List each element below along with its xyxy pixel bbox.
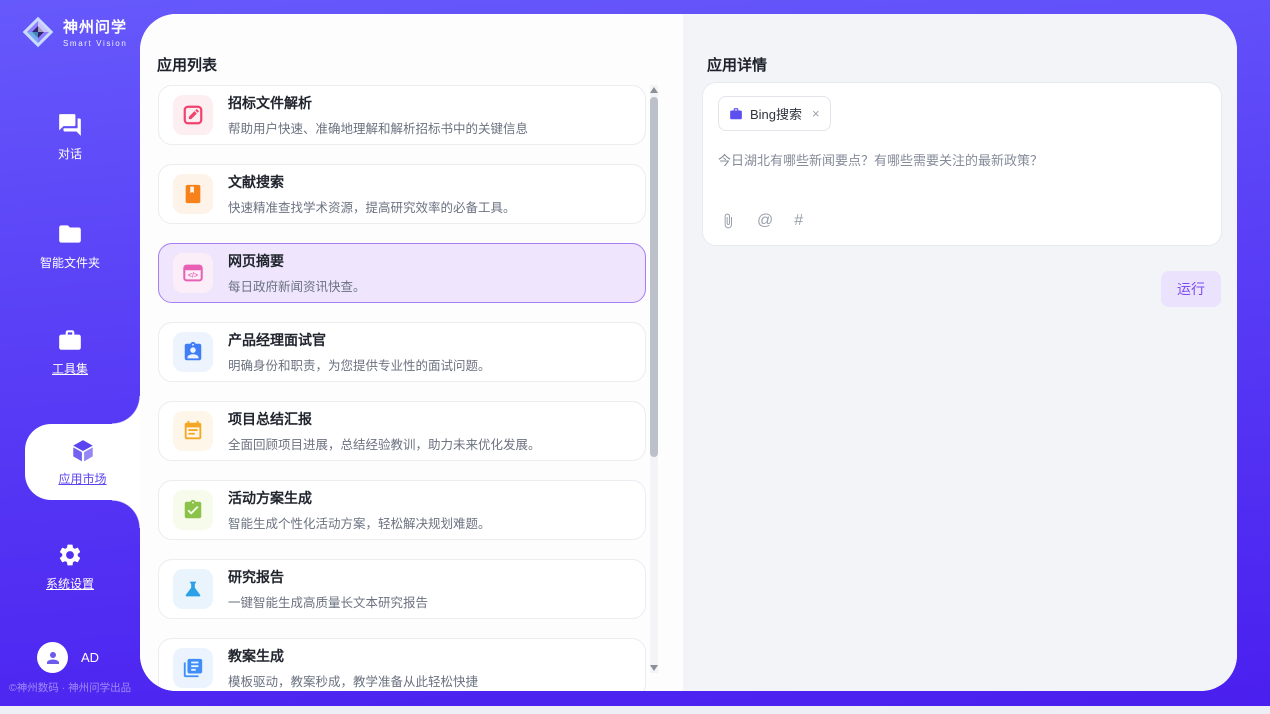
app-card-title: 文献搜索 (228, 172, 516, 192)
brand-logo: 神州问学 Smart Vision (21, 15, 127, 49)
flask-icon (182, 578, 204, 600)
sidebar-item-label: 应用市场 (58, 470, 106, 487)
sidebar-item-label: 智能文件夹 (40, 254, 100, 271)
app-card-text: 文献搜索快速精准查找学术资源，提高研究效率的必备工具。 (228, 172, 516, 216)
app-card-text: 项目总结汇报全面回顾项目进展，总结经验教训，助力未来优化发展。 (228, 409, 541, 453)
app-list: 招标文件解析帮助用户快速、准确地理解和解析招标书中的关键信息文献搜索快速精准查找… (158, 85, 646, 691)
app-card-title: 网页摘要 (228, 251, 366, 271)
app-card[interactable]: 研究报告一键智能生成高质量长文本研究报告 (158, 559, 646, 619)
brand-subtitle: Smart Vision (63, 39, 127, 48)
app-detail-panel: 应用详情 Bing搜索 × 今日湖北有哪些新闻要点？有哪些需要关注的最新政策？ … (683, 14, 1237, 691)
attach-toolbar: @ # (720, 212, 803, 230)
hash-icon[interactable]: # (794, 212, 803, 230)
app-card-desc: 快速精准查找学术资源，提高研究效率的必备工具。 (228, 197, 516, 216)
app-icon (173, 332, 213, 372)
user-name: AD (81, 650, 99, 665)
brand-name: 神州问学 (63, 16, 127, 37)
app-card-text: 招标文件解析帮助用户快速、准确地理解和解析招标书中的关键信息 (228, 93, 528, 137)
app-card-desc: 每日政府新闻资讯快查。 (228, 276, 366, 295)
tag-close-icon[interactable]: × (812, 106, 820, 121)
sidebar-item[interactable]: 对话 (0, 112, 140, 162)
sidebar-item[interactable]: 工具集 (0, 327, 140, 377)
interviewer-icon (182, 341, 204, 363)
app-icon: </> (173, 253, 213, 293)
app-detail-title: 应用详情 (707, 54, 767, 75)
app-card-title: 研究报告 (228, 567, 428, 587)
scrollbar-thumb[interactable] (650, 97, 658, 457)
app-card-desc: 明确身份和职责，为您提供专业性的面试问题。 (228, 355, 491, 374)
app-card[interactable]: 文献搜索快速精准查找学术资源，提高研究效率的必备工具。 (158, 164, 646, 224)
cube-icon (70, 438, 96, 464)
app-card[interactable]: 产品经理面试官明确身份和职责，为您提供专业性的面试问题。 (158, 322, 646, 382)
app-card-desc: 模板驱动，教案秒成，教学准备从此轻松快捷 (228, 671, 478, 690)
avatar (37, 642, 68, 673)
sidebar: 神州问学 Smart Vision 对话智能文件夹工具集应用市场系统设置 AD … (0, 0, 140, 706)
app-card-text: 活动方案生成智能生成个性化活动方案，轻松解决规划难题。 (228, 488, 491, 532)
app-card[interactable]: </> 网页摘要每日政府新闻资讯快查。 (158, 243, 646, 303)
app-card[interactable]: 招标文件解析帮助用户快速、准确地理解和解析招标书中的关键信息 (158, 85, 646, 145)
app-icon (173, 569, 213, 609)
sidebar-item[interactable]: 智能文件夹 (0, 221, 140, 271)
app-icon (173, 95, 213, 135)
run-button[interactable]: 运行 (1161, 271, 1221, 307)
app-card-text: 教案生成模板驱动，教案秒成，教学准备从此轻松快捷 (228, 646, 478, 690)
app-card-desc: 全面回顾项目进展，总结经验教训，助力未来优化发展。 (228, 434, 541, 453)
app-card-desc: 一键智能生成高质量长文本研究报告 (228, 592, 428, 611)
tool-tag-label: Bing搜索 (750, 104, 802, 123)
app-card-title: 项目总结汇报 (228, 409, 541, 429)
books-icon (182, 657, 204, 679)
sidebar-item-label: 工具集 (52, 360, 88, 377)
content-area: 应用列表 招标文件解析帮助用户快速、准确地理解和解析招标书中的关键信息文献搜索快… (140, 14, 1237, 691)
app-card[interactable]: 教案生成模板驱动，教案秒成，教学准备从此轻松快捷 (158, 638, 646, 691)
browser-code-icon: </> (182, 262, 204, 284)
prompt-card: Bing搜索 × 今日湖北有哪些新闻要点？有哪些需要关注的最新政策？ @ # (702, 82, 1222, 246)
sidebar-item-label: 系统设置 (46, 575, 94, 592)
app-card[interactable]: 项目总结汇报全面回顾项目进展，总结经验教训，助力未来优化发展。 (158, 401, 646, 461)
app-card-text: 研究报告一键智能生成高质量长文本研究报告 (228, 567, 428, 611)
paperclip-icon[interactable] (720, 213, 736, 229)
briefcase-icon (729, 107, 743, 121)
book-icon (182, 183, 204, 205)
app-card-desc: 智能生成个性化活动方案，轻松解决规划难题。 (228, 513, 491, 532)
toolbox-icon (57, 327, 83, 353)
scroll-down-icon[interactable] (650, 665, 658, 671)
tool-tag-bing[interactable]: Bing搜索 × (718, 96, 831, 131)
app-card-title: 教案生成 (228, 646, 478, 666)
event-note-icon (182, 420, 204, 442)
sidebar-item-selected[interactable]: 应用市场 (25, 424, 140, 500)
app-list-panel: 应用列表 招标文件解析帮助用户快速、准确地理解和解析招标书中的关键信息文献搜索快… (140, 14, 683, 691)
app-card-title: 招标文件解析 (228, 93, 528, 113)
app-card-text: 网页摘要每日政府新闻资讯快查。 (228, 251, 366, 295)
edit-square-icon (182, 104, 204, 126)
app-icon (173, 411, 213, 451)
clipboard-check-icon (182, 499, 204, 521)
app-icon (173, 648, 213, 688)
app-icon (173, 174, 213, 214)
at-icon[interactable]: @ (757, 212, 773, 230)
scrollbar (650, 85, 658, 673)
app-window: 神州问学 Smart Vision 对话智能文件夹工具集应用市场系统设置 AD … (0, 0, 1270, 706)
sidebar-footer: ©神州数码 · 神州问学出品 (9, 680, 131, 695)
sidebar-item[interactable]: 系统设置 (0, 542, 140, 592)
app-card-title: 活动方案生成 (228, 488, 491, 508)
scroll-up-icon[interactable] (650, 87, 658, 93)
user-chip[interactable]: AD (37, 642, 99, 673)
app-card-desc: 帮助用户快速、准确地理解和解析招标书中的关键信息 (228, 118, 528, 137)
svg-text:</>: </> (188, 273, 198, 280)
app-list-title: 应用列表 (157, 54, 217, 75)
app-icon (173, 490, 213, 530)
gear-icon (57, 542, 83, 568)
app-card[interactable]: 活动方案生成智能生成个性化活动方案，轻松解决规划难题。 (158, 480, 646, 540)
prompt-text[interactable]: 今日湖北有哪些新闻要点？有哪些需要关注的最新政策？ (718, 150, 1206, 169)
chat-icon (57, 112, 83, 138)
app-card-text: 产品经理面试官明确身份和职责，为您提供专业性的面试问题。 (228, 330, 491, 374)
sidebar-item-label: 对话 (58, 145, 82, 162)
diamond-logo-icon (21, 15, 55, 49)
folder-icon (57, 221, 83, 247)
app-card-title: 产品经理面试官 (228, 330, 491, 350)
person-icon (44, 649, 62, 667)
